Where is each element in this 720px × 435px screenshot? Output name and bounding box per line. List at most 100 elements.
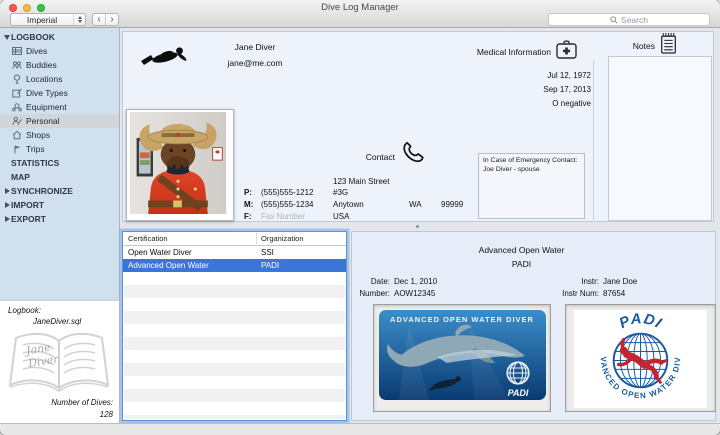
titlebar: Dive Log Manager Imperial ‹ › Search xyxy=(0,0,720,28)
personal-panel: Jane Diver jane@me.com Contact 123 Main … xyxy=(122,31,714,222)
date-label: Date: xyxy=(370,277,390,286)
equipment-icon xyxy=(12,102,23,112)
back-button[interactable]: ‹ xyxy=(93,14,105,25)
number-label: Number: xyxy=(359,289,390,298)
padi-logo-image: PADI VANCED OPEN WATER DIV xyxy=(571,304,707,408)
sidebar-item-dives[interactable]: Dives xyxy=(0,44,119,58)
units-popup-value: Imperial xyxy=(26,14,58,25)
certification-detail-panel: Advanced Open Water PADI Date: Dec 1, 20… xyxy=(351,231,716,421)
instructor-label: Instr: xyxy=(581,277,599,286)
dive-types-icon xyxy=(12,88,23,98)
svg-text:PADI: PADI xyxy=(508,388,529,398)
sidebar-item-dive-types[interactable]: Dive Types xyxy=(0,86,119,100)
sidebar-item-trips[interactable]: Trips xyxy=(0,142,119,156)
certification-title: Advanced Open Water xyxy=(478,245,565,255)
app-window: Dive Log Manager Imperial ‹ › Search LOG… xyxy=(0,0,720,435)
search-icon xyxy=(610,15,618,24)
table-empty-rows xyxy=(124,272,345,419)
shops-house-icon xyxy=(12,130,23,140)
sidebar-item-synchronize[interactable]: SYNCHRONIZE xyxy=(0,184,119,198)
birth-date[interactable]: Jul 12, 1972 xyxy=(479,69,591,83)
splitter-handle[interactable] xyxy=(416,225,419,228)
fax-row: F: xyxy=(244,212,252,221)
instructor-num-value[interactable]: 87654 xyxy=(603,289,625,298)
number-of-dives-value: 128 xyxy=(99,410,113,419)
notes-label: Notes xyxy=(632,41,655,51)
mobile-label: M: xyxy=(244,200,254,209)
emergency-contact: Joe Diver - spouse xyxy=(483,165,540,173)
location-pin-icon xyxy=(12,74,23,84)
number-value[interactable]: AOW12345 xyxy=(394,289,435,298)
cert-number-row: Number: AOW12345 xyxy=(352,289,435,298)
address-unit: #3G xyxy=(333,188,349,197)
address-country: USA xyxy=(333,212,350,221)
sidebar-item-personal[interactable]: Personal xyxy=(0,114,119,128)
fax-label: F: xyxy=(244,212,252,221)
address-street: 123 Main Street xyxy=(333,177,390,186)
sidebar-item-buddies[interactable]: Buddies xyxy=(0,58,119,72)
sidebar-item-shops[interactable]: Shops xyxy=(0,128,119,142)
history-nav: ‹ › xyxy=(92,13,119,26)
search-input[interactable]: Search xyxy=(548,13,710,26)
certifications-table: Certification Organization Open Water Di… xyxy=(122,231,347,421)
logbook-info-panel: Logbook: JaneDiver.sql Jane Diver Number… xyxy=(0,300,120,423)
column-header-certification[interactable]: Certification xyxy=(123,234,256,243)
address-city: Anytown xyxy=(333,200,364,209)
sidebar-item-equipment[interactable]: Equipment xyxy=(0,100,119,114)
table-header: Certification Organization xyxy=(123,232,346,246)
diver-name: Jane Diver xyxy=(234,42,276,52)
profile-photo[interactable] xyxy=(126,109,234,221)
moose-photo-image xyxy=(129,112,227,214)
disclosure-collapsed-icon[interactable] xyxy=(3,216,11,222)
org-logo-image-well[interactable]: PADI VANCED OPEN WATER DIV xyxy=(565,304,716,412)
date-value[interactable]: Dec 1, 2010 xyxy=(394,277,437,286)
medical-date[interactable]: Sep 17, 2013 xyxy=(479,83,591,97)
sidebar-item-locations[interactable]: Locations xyxy=(0,72,119,86)
first-aid-kit-icon xyxy=(556,40,577,59)
personal-icon xyxy=(12,116,23,126)
column-header-organization[interactable]: Organization xyxy=(257,234,346,243)
sidebar-item-export[interactable]: EXPORT xyxy=(0,212,119,226)
phone-label: P: xyxy=(244,188,252,197)
units-popup[interactable]: Imperial xyxy=(10,13,86,26)
main-content: Jane Diver jane@me.com Contact 123 Main … xyxy=(120,28,720,423)
certification-organization: PADI xyxy=(511,259,532,269)
instructor-num-row: Instr Num: 87654 xyxy=(502,289,625,298)
sidebar-item-map[interactable]: MAP xyxy=(0,170,119,184)
medical-info-label: Medical Information xyxy=(476,47,551,57)
section-divider xyxy=(593,60,594,220)
logbook-label: Logbook: xyxy=(8,306,41,315)
emergency-title: In Case of Emergency Contact: xyxy=(483,157,578,164)
window-bottom-edge xyxy=(0,423,720,435)
address-zip: 99999 xyxy=(441,200,464,209)
cert-date-row: Date: Dec 1, 2010 xyxy=(352,277,437,286)
fax-field[interactable]: Fax Number xyxy=(261,212,305,221)
notes-textarea[interactable] xyxy=(608,56,712,221)
buddies-icon xyxy=(12,60,23,70)
instructor-num-label: Instr Num: xyxy=(562,289,599,298)
trips-flag-icon xyxy=(12,144,23,154)
mobile-value[interactable]: (555)555-1234 xyxy=(261,200,313,209)
sidebar-item-statistics[interactable]: STATISTICS xyxy=(0,156,119,170)
sidebar-item-logbook[interactable]: LOGBOOK xyxy=(0,30,119,44)
cert-card-front-image: ADVANCED OPEN WATER DIVER PADI xyxy=(379,310,546,400)
blood-type[interactable]: O negative xyxy=(479,97,591,111)
disclosure-collapsed-icon[interactable] xyxy=(3,202,11,208)
sidebar: LOGBOOK Dives Buddies Locations Dive Typ… xyxy=(0,28,120,300)
disclosure-collapsed-icon[interactable] xyxy=(3,188,11,194)
phone-value[interactable]: (555)555-1212 xyxy=(261,188,313,197)
sidebar-item-import[interactable]: IMPORT xyxy=(0,198,119,212)
instructor-value[interactable]: Jane Doe xyxy=(603,277,637,286)
dives-icon xyxy=(12,46,23,56)
contact-label: Contact xyxy=(365,152,395,162)
disclosure-expanded-icon[interactable] xyxy=(3,34,11,40)
mobile-row: M: xyxy=(244,200,253,209)
instructor-row: Instr: Jane Doe xyxy=(502,277,637,286)
table-row-selected[interactable]: Advanced Open Water PADI xyxy=(123,259,346,272)
forward-button[interactable]: › xyxy=(105,14,118,25)
emergency-contact-box[interactable]: In Case of Emergency Contact: Joe Diver … xyxy=(478,153,585,219)
cert-card-image-well[interactable]: ADVANCED OPEN WATER DIVER PADI xyxy=(373,304,551,412)
table-row[interactable]: Open Water Diver SSI xyxy=(123,246,346,259)
phone-row: P: xyxy=(244,188,252,197)
search-placeholder: Search xyxy=(621,14,648,25)
